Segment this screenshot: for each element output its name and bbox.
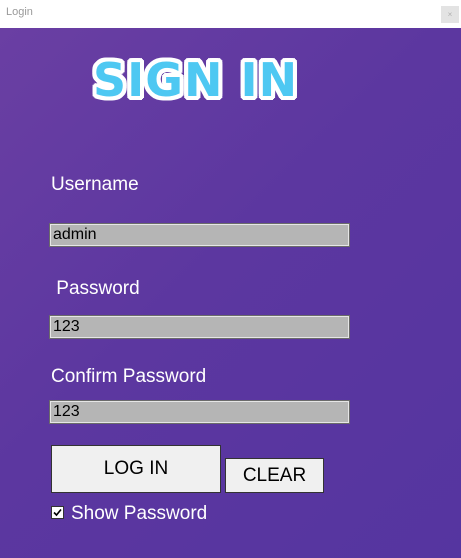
password-input[interactable] (49, 315, 350, 339)
close-icon: × (447, 10, 453, 19)
username-label: Username (51, 174, 139, 195)
show-password-checkbox[interactable] (51, 506, 64, 519)
login-button[interactable]: LOG IN (51, 445, 221, 493)
show-password-label[interactable]: Show Password (71, 503, 207, 525)
checkmark-icon (53, 508, 62, 517)
login-window: Login × SIGN IN Username Password Confir… (0, 0, 461, 558)
close-button[interactable]: × (441, 6, 459, 23)
clear-button[interactable]: CLEAR (225, 458, 324, 493)
window-title: Login (6, 6, 33, 18)
password-label: Password (51, 278, 140, 299)
title-bar: Login × (0, 0, 461, 28)
sign-in-heading: SIGN IN (93, 53, 299, 107)
username-input[interactable] (49, 223, 350, 247)
confirm-password-label: Confirm Password (51, 366, 207, 387)
confirm-password-input[interactable] (49, 400, 350, 424)
